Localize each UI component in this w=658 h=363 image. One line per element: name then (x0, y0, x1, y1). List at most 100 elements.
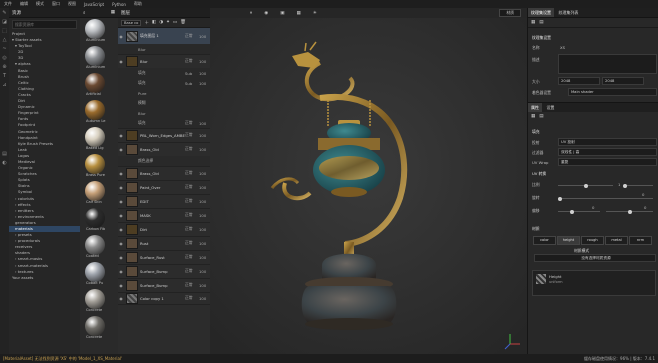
resource-slot[interactable]: Height uniform (532, 270, 656, 296)
layer-opacity[interactable]: 100 (199, 213, 210, 218)
layer-opacity[interactable]: 100 (199, 199, 210, 204)
display-icon[interactable]: ◐ (0, 158, 9, 167)
layer-opacity[interactable]: 100 (199, 185, 210, 190)
layer-opacity[interactable]: 100 (199, 133, 210, 138)
filter-select[interactable]: 双线性 | 高 (558, 148, 657, 156)
channel-chip[interactable]: color (533, 236, 556, 245)
layer-opacity[interactable]: 100 (199, 241, 210, 246)
visibility-eye-icon[interactable]: ◉ (118, 255, 124, 260)
layer-side-icon[interactable]: ▤ (0, 149, 9, 158)
layer-opacity[interactable]: 100 (199, 227, 210, 232)
tab-texture-set-list[interactable]: 纹理集列表 (555, 8, 581, 17)
visibility-eye-icon[interactable]: ◉ (118, 34, 124, 39)
visibility-eye-icon[interactable]: ◉ (118, 241, 124, 246)
props-list-icon[interactable]: ▤ (539, 114, 543, 119)
layer-row[interactable]: ◉ MASK 正常 100 (118, 208, 210, 223)
layer-blend[interactable]: 正常 (185, 240, 199, 246)
menu-item[interactable]: 窗口 (48, 1, 64, 7)
layer-blend[interactable]: 正常 (185, 295, 199, 301)
layer-row[interactable]: ◉ EDIT 正常 100 (118, 194, 210, 209)
channel-chip[interactable]: metal (605, 236, 628, 245)
rotation-slider[interactable] (558, 196, 653, 201)
visibility-eye-icon[interactable]: ◉ (118, 133, 124, 138)
layer-blend[interactable]: 正常 (185, 226, 199, 232)
layer-blend[interactable]: 正常 (185, 58, 199, 64)
visibility-eye-icon[interactable]: ◉ (118, 213, 124, 218)
visibility-eye-icon[interactable]: ◉ (118, 199, 124, 204)
material-thumb[interactable]: Concrete (80, 315, 118, 342)
layer-opacity[interactable]: 100 (199, 34, 210, 39)
visibility-eye-icon[interactable]: ◉ (118, 59, 124, 64)
camera-icon[interactable]: ◉ (264, 11, 268, 16)
add-effect-icon[interactable]: ✦ (166, 20, 170, 25)
channel-chip[interactable]: nrm (629, 236, 652, 245)
smudge-icon[interactable]: ~ (0, 44, 9, 53)
clone-icon[interactable]: ◎ (0, 53, 9, 62)
offset-y-value[interactable]: 0 (644, 205, 646, 210)
channel-chip[interactable]: height (557, 236, 580, 245)
pause-icon[interactable]: ⏸ (250, 10, 252, 16)
layer-blend[interactable]: 正常 (185, 254, 199, 260)
eraser-icon[interactable]: ◪ (0, 17, 9, 26)
layer-row[interactable]: ◉ Surface_Bump 正常 100 (118, 264, 210, 279)
uvwrap-select[interactable]: 重复 (558, 158, 657, 166)
layer-blend[interactable]: 正常 (185, 282, 199, 288)
material-thumb[interactable]: Aluminium (80, 18, 118, 45)
tab-properties[interactable]: 属性 (528, 103, 542, 112)
add-folder-icon[interactable]: ▭ (173, 20, 177, 25)
layer-opacity[interactable]: 100 (199, 71, 210, 76)
assets-search-input[interactable]: 搜索资源库 (12, 20, 77, 29)
layer-row[interactable]: ◉ Dirt 正常 100 (118, 222, 210, 237)
size-select-x[interactable]: 2048 (558, 77, 600, 85)
menu-item[interactable]: JavaScript (80, 2, 108, 7)
channel-chip[interactable]: rough (581, 236, 604, 245)
menu-item[interactable]: 编辑 (16, 1, 32, 7)
layer-row[interactable]: ◉ Blur 正常 100 (118, 54, 210, 69)
layer-blend[interactable]: 正常 (185, 212, 199, 218)
layer-blend[interactable]: 正常 (185, 33, 199, 39)
layer-blend[interactable]: 正常 (185, 198, 199, 204)
material-thumb[interactable]: Aluminium (80, 45, 118, 72)
layer-blend[interactable]: Sub (185, 81, 199, 86)
polygon-fill-icon[interactable]: △ (0, 35, 9, 44)
layer-blend[interactable]: 正常 (185, 120, 199, 126)
layer-opacity[interactable]: 100 (199, 171, 210, 176)
add-fill-icon[interactable]: ◧ (152, 20, 156, 25)
rotation-value[interactable]: 0 (642, 192, 644, 197)
material-thumb[interactable]: Concrete (80, 288, 118, 315)
layer-blend[interactable]: 正常 (185, 146, 199, 152)
tab-settings[interactable]: 设置 (543, 103, 557, 112)
material-thumb[interactable]: Calf Skin (80, 180, 118, 207)
scale-value[interactable]: 1 (618, 182, 620, 187)
material-thumb[interactable]: Coated (80, 234, 118, 261)
offset-x-slider[interactable] (558, 209, 600, 214)
tab-texture-set-settings[interactable]: 纹理集设置 (528, 8, 554, 17)
material-thumb[interactable]: Autumn Le (80, 99, 118, 126)
projection-icon[interactable]: ⬚ (0, 26, 9, 35)
material-mode-field[interactable]: 没有选择材质资源 (534, 254, 656, 262)
visibility-eye-icon[interactable]: ◉ (118, 147, 124, 152)
visibility-eye-icon[interactable]: ◉ (118, 227, 124, 232)
layer-blend[interactable]: 正常 (185, 132, 199, 138)
menu-item[interactable]: 视图 (64, 1, 80, 7)
viewport-3d[interactable]: ⏸ ◉ ▣ ▦ ☀ 材质 (210, 8, 527, 354)
layer-blend[interactable]: 正常 (185, 268, 199, 274)
layer-opacity[interactable]: 100 (199, 121, 210, 126)
layer-opacity[interactable]: 100 (199, 59, 210, 64)
visibility-eye-icon[interactable]: ◉ (118, 171, 124, 176)
tree-item[interactable]: Your assets (9, 275, 80, 281)
texset-grid-icon[interactable]: ▤ (539, 20, 543, 25)
add-mask-icon[interactable]: ◑ (159, 20, 163, 25)
layer-row[interactable]: ◉ Brass_Old 正常 100 (118, 166, 210, 181)
delete-layer-icon[interactable]: 🗑 (180, 20, 186, 25)
shader-select[interactable]: Main shader (568, 88, 657, 96)
menu-item[interactable]: Python (108, 2, 130, 7)
layer-opacity[interactable]: 100 (199, 147, 210, 152)
visibility-eye-icon[interactable]: ◉ (118, 296, 124, 301)
layer-row[interactable]: ◉ Brass_Old 正常 100 (118, 142, 210, 157)
layer-blend[interactable]: 正常 (185, 184, 199, 190)
layer-row[interactable]: ◉ Surface_Bump 正常 100 (118, 278, 210, 293)
snapshot-icon[interactable]: ▣ (280, 11, 284, 16)
grid-icon[interactable]: ▦ (296, 11, 300, 16)
layer-row[interactable]: ◉ Color copy 1 正常 100 (118, 292, 210, 305)
